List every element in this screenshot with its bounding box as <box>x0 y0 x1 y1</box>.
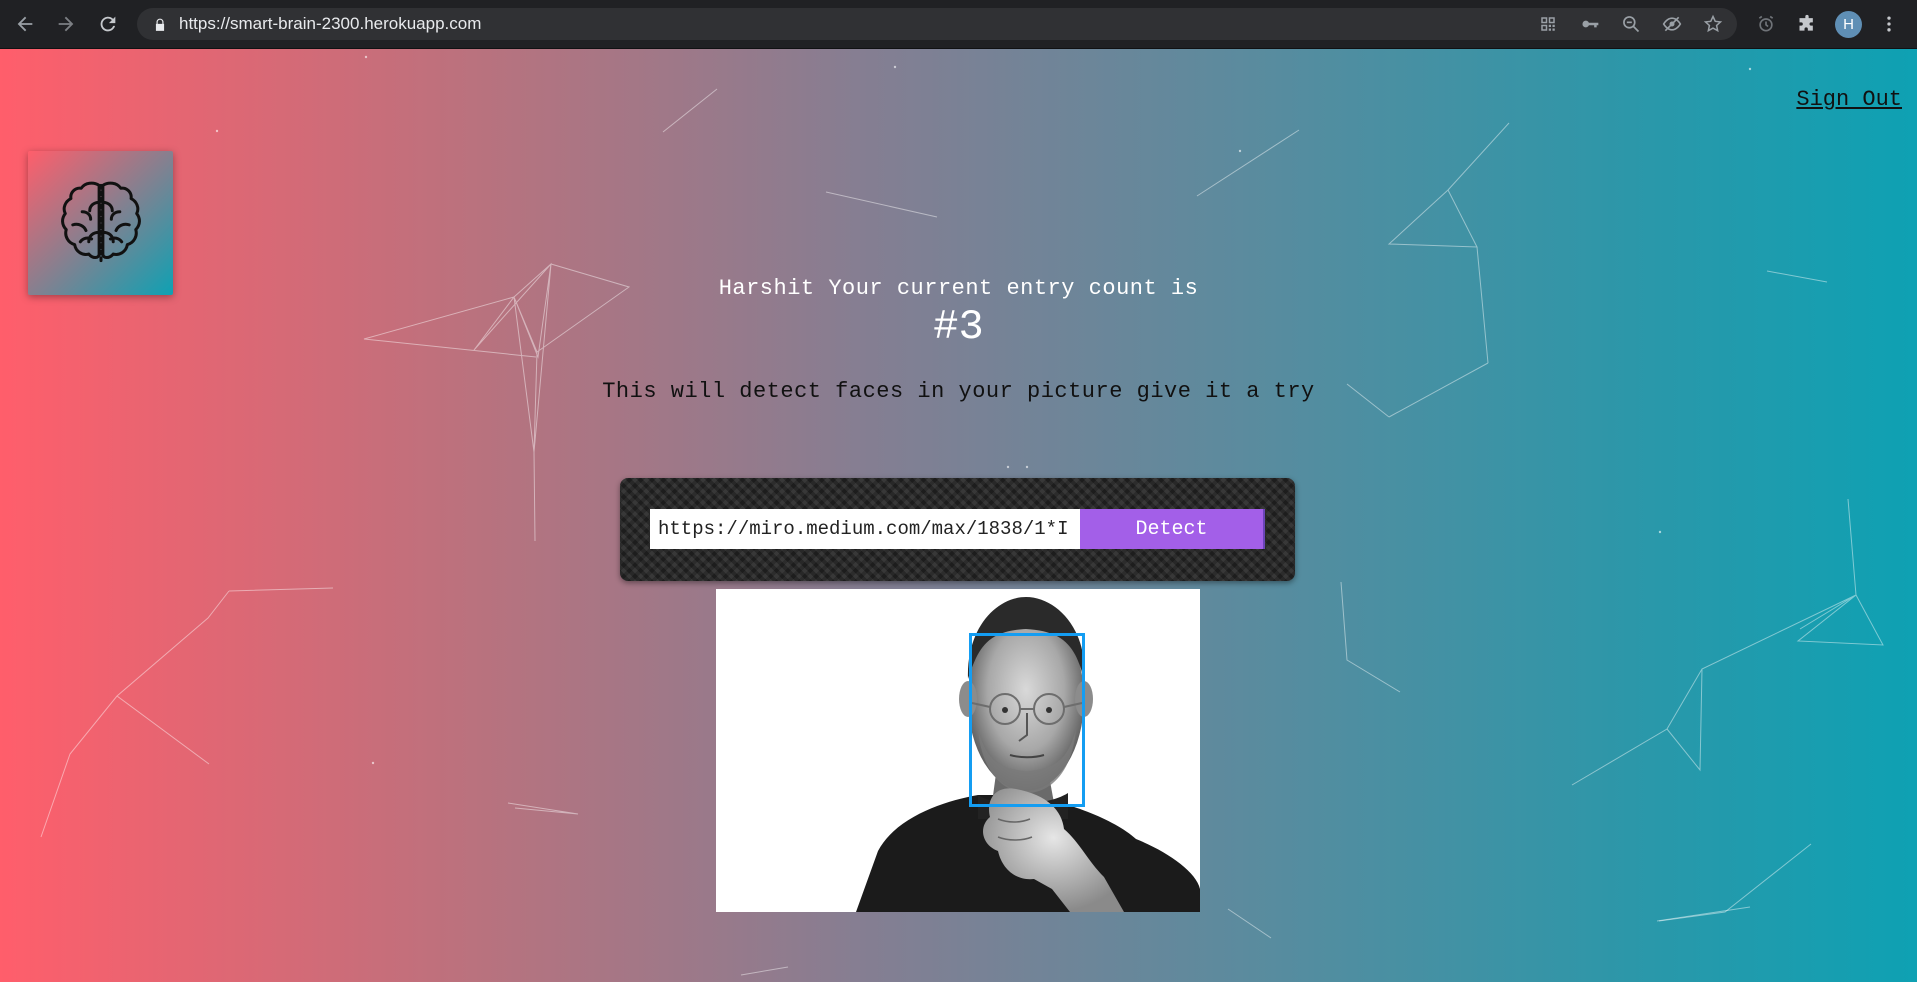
detect-button[interactable]: Detect <box>1080 509 1265 549</box>
puzzle-icon[interactable] <box>1796 13 1818 35</box>
alarm-icon[interactable] <box>1755 13 1777 35</box>
profile-avatar[interactable]: H <box>1835 11 1862 38</box>
entry-count: #3 <box>933 303 984 351</box>
app-page: Sign Out Harshit Your current entry coun… <box>0 49 1917 982</box>
qr-code-icon[interactable] <box>1538 14 1558 34</box>
back-icon[interactable] <box>13 12 37 36</box>
face-bounding-box <box>969 633 1085 807</box>
logo-card[interactable] <box>28 151 173 295</box>
lock-icon <box>153 17 167 31</box>
brain-icon <box>60 181 141 263</box>
zoom-out-icon[interactable] <box>1621 14 1641 34</box>
forward-icon[interactable] <box>54 12 78 36</box>
sign-out-link[interactable]: Sign Out <box>1796 87 1902 112</box>
image-link-form: Detect <box>620 478 1295 581</box>
reload-icon[interactable] <box>96 12 120 36</box>
greeting-text: Harshit Your current entry count is <box>718 276 1199 301</box>
portrait-photo <box>716 589 1200 912</box>
address-bar[interactable]: https://smart-brain-2300.herokuapp.com <box>137 8 1737 40</box>
more-vert-icon[interactable] <box>1878 13 1900 35</box>
browser-toolbar: https://smart-brain-2300.herokuapp.com H <box>0 0 1917 49</box>
key-icon[interactable] <box>1580 14 1600 34</box>
image-url-input[interactable] <box>650 509 1080 549</box>
tagline-text: This will detect faces in your picture g… <box>602 379 1315 404</box>
input-image <box>716 589 1200 912</box>
star-icon[interactable] <box>1703 14 1723 34</box>
eye-slash-icon[interactable] <box>1662 14 1682 34</box>
address-url[interactable]: https://smart-brain-2300.herokuapp.com <box>179 14 481 34</box>
